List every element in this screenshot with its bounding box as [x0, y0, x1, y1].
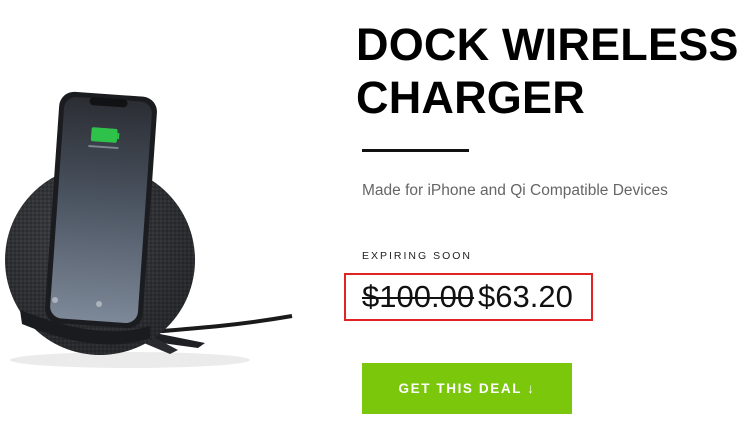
product-image — [5, 91, 293, 368]
get-deal-button[interactable]: GET THIS DEAL ↓ — [362, 363, 572, 414]
product-title-line1: DOCK WIRELESS — [356, 19, 739, 70]
title-divider — [362, 149, 469, 152]
product-title-line2: CHARGER — [356, 72, 585, 123]
product-title: DOCK WIRELESS CHARGER — [356, 18, 750, 124]
sale-price: $63.20 — [478, 279, 573, 314]
original-price: $100.00 — [362, 279, 475, 314]
product-subtitle: Made for iPhone and Qi Compatible Device… — [362, 182, 668, 199]
expiring-label: EXPIRING SOON — [362, 250, 473, 262]
